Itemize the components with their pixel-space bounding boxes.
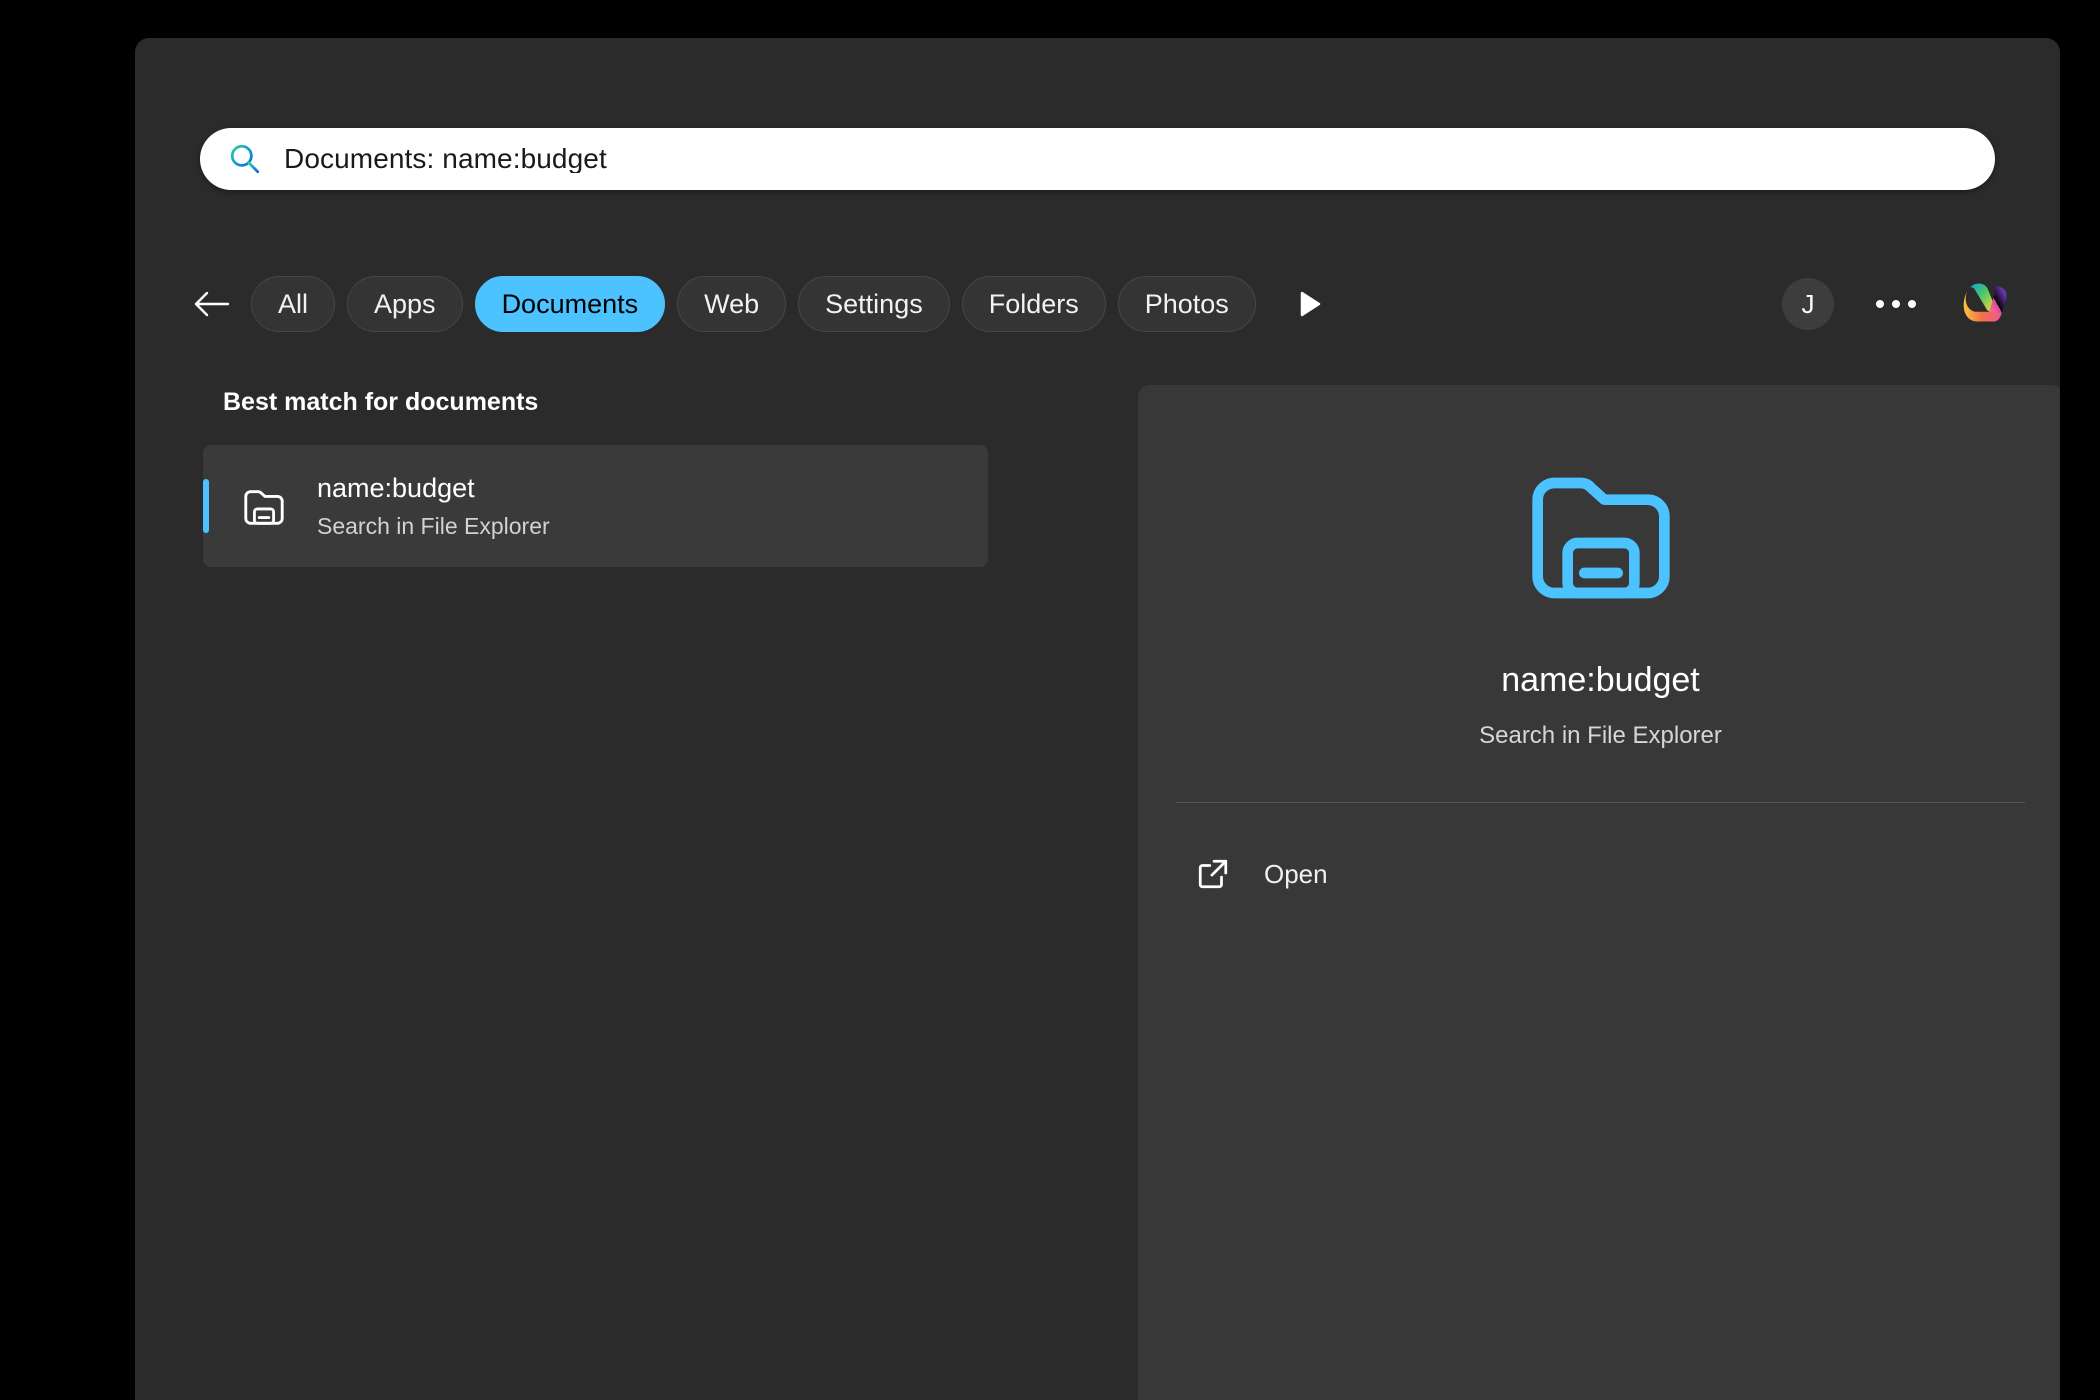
search-input[interactable]: Documents: name:budget	[200, 128, 1995, 190]
tab-all-label: All	[278, 289, 308, 320]
preview-subtitle: Search in File Explorer	[1138, 722, 2060, 750]
copilot-button[interactable]	[1956, 273, 2018, 335]
open-action-label: Open	[1264, 859, 1328, 890]
result-texts: name:budget Search in File Explorer	[317, 473, 550, 540]
tab-settings[interactable]: Settings	[798, 276, 950, 332]
search-input-value: Documents: name:budget	[284, 145, 607, 173]
selection-indicator	[203, 479, 209, 533]
file-explorer-icon	[241, 483, 287, 529]
tab-folders-label: Folders	[989, 289, 1079, 320]
preview-title: name:budget	[1138, 661, 2060, 700]
tab-settings-label: Settings	[825, 289, 923, 320]
result-item-name-budget[interactable]: name:budget Search in File Explorer	[203, 445, 988, 567]
tab-web-label: Web	[704, 289, 759, 320]
avatar[interactable]: J	[1782, 278, 1834, 330]
open-action-button[interactable]: Open	[1168, 841, 2033, 907]
tab-photos-label: Photos	[1145, 289, 1229, 320]
tab-web[interactable]: Web	[677, 276, 786, 332]
search-window: Documents: name:budget All Apps Document…	[135, 38, 2060, 1400]
back-arrow-icon	[192, 289, 230, 319]
ellipsis-icon	[1892, 300, 1900, 308]
ellipsis-icon	[1876, 300, 1884, 308]
filter-tabs-row: All Apps Documents Web Settings Folders …	[183, 266, 2018, 342]
tab-photos[interactable]: Photos	[1118, 276, 1256, 332]
tab-all[interactable]: All	[251, 276, 335, 332]
result-subtitle: Search in File Explorer	[317, 513, 550, 540]
tabs-right-group: J	[1782, 273, 2018, 335]
back-button[interactable]	[183, 276, 239, 332]
more-options-button[interactable]	[1870, 278, 1922, 330]
best-match-heading: Best match for documents	[223, 388, 1033, 417]
search-bar-row: Documents: name:budget	[200, 128, 1995, 190]
tab-folders[interactable]: Folders	[962, 276, 1106, 332]
preview-divider	[1176, 802, 2025, 803]
ellipsis-icon	[1908, 300, 1916, 308]
more-tabs-button[interactable]	[1284, 278, 1336, 330]
tab-documents[interactable]: Documents	[475, 276, 666, 332]
tab-apps-label: Apps	[374, 289, 436, 320]
file-explorer-icon	[1521, 453, 1681, 613]
search-icon	[228, 142, 262, 176]
tab-apps[interactable]: Apps	[347, 276, 463, 332]
preview-panel: name:budget Search in File Explorer Open	[1138, 385, 2060, 1400]
results-column: Best match for documents name:budget Sea…	[203, 388, 1033, 567]
copilot-icon	[1956, 273, 2018, 335]
tab-documents-label: Documents	[502, 289, 639, 320]
avatar-initial: J	[1802, 289, 1815, 320]
result-title: name:budget	[317, 473, 550, 504]
open-external-icon	[1196, 857, 1230, 891]
play-arrow-icon	[1297, 290, 1323, 318]
